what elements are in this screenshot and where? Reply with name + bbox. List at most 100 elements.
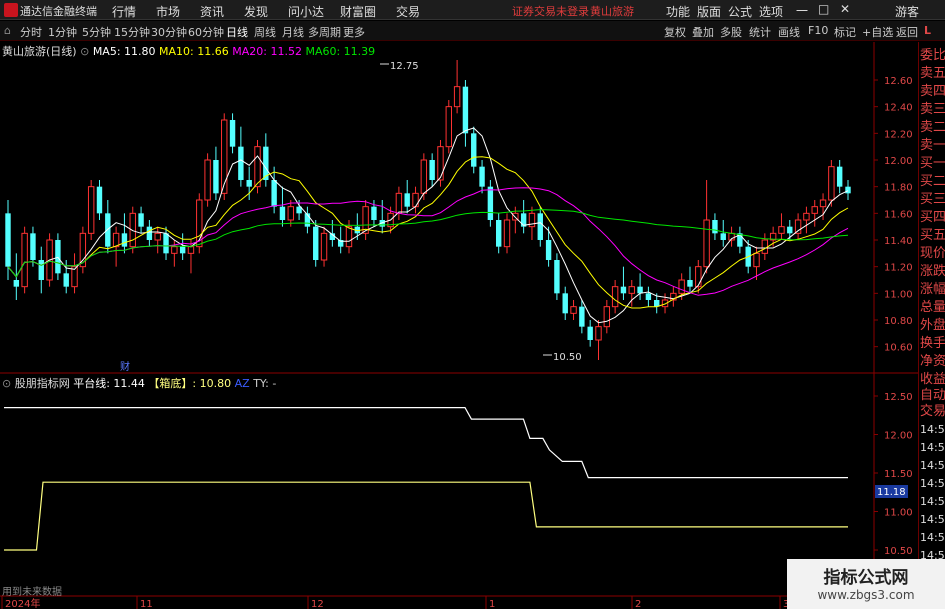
period-daily[interactable]: 日线: [226, 24, 248, 40]
right-tab-item[interactable]: 卖一: [920, 138, 945, 153]
cai-marker[interactable]: 财: [120, 360, 130, 373]
period-5min[interactable]: 5分钟: [82, 24, 111, 40]
right-tab-item[interactable]: 涨跌: [920, 264, 945, 279]
tool-add-watchlist[interactable]: +自选: [862, 24, 893, 40]
candle-body-up: [287, 206, 294, 221]
candle-body-up: [204, 159, 211, 201]
right-tab-item[interactable]: 总量: [920, 300, 945, 315]
period-multi[interactable]: 多周期: [308, 24, 341, 40]
right-tab-item[interactable]: 买二: [920, 174, 945, 189]
period-more[interactable]: 更多: [343, 24, 365, 40]
l-indicator-icon[interactable]: L: [924, 24, 931, 37]
right-tab-item[interactable]: 14:56: [920, 422, 945, 437]
menu-xuanxiang[interactable]: 选项: [759, 3, 783, 20]
candle-body-up: [154, 232, 161, 241]
period-1min[interactable]: 1分钟: [48, 24, 77, 40]
candle-body-down: [836, 166, 843, 187]
period-60min[interactable]: 60分钟: [188, 24, 224, 40]
menu-item-hangqing[interactable]: 行情: [112, 3, 136, 20]
user-label[interactable]: 游客: [895, 3, 919, 20]
ma60-label: MA60: 11.39: [305, 45, 376, 58]
period-weekly[interactable]: 周线: [254, 24, 276, 40]
maximize-button[interactable]: □: [818, 2, 829, 16]
candle-body-down: [146, 226, 153, 240]
right-tab-item[interactable]: 买三: [920, 192, 945, 207]
trade-login-warning[interactable]: 证券交易未登录: [512, 3, 589, 19]
right-tab-item[interactable]: 净资: [920, 354, 945, 369]
right-tab-item[interactable]: 14:56: [920, 512, 945, 527]
right-tab-item[interactable]: 现价: [920, 246, 945, 261]
menu-item-shichang[interactable]: 市场: [156, 3, 180, 20]
tool-tongji[interactable]: 统计: [749, 24, 771, 40]
menu-item-zixun[interactable]: 资讯: [200, 3, 224, 20]
menu-gongneng[interactable]: 功能: [666, 3, 690, 20]
right-tab-item[interactable]: 委比: [920, 48, 945, 63]
tool-duogu[interactable]: 多股: [720, 24, 742, 40]
right-tab-item[interactable]: 换手: [920, 336, 945, 351]
ma20-label: MA20: 11.52: [232, 45, 302, 58]
right-tab-item[interactable]: 卖四: [920, 84, 945, 99]
right-tab-item[interactable]: 买一: [920, 156, 945, 171]
tool-f10[interactable]: F10: [808, 24, 828, 37]
right-tab-item[interactable]: 卖五: [920, 66, 945, 81]
right-tab-item[interactable]: 交易: [920, 404, 945, 419]
tool-biaoji[interactable]: 标记: [834, 24, 856, 40]
menu-banmian[interactable]: 版面: [697, 3, 721, 20]
platform-line-label: 平台线: 11.44: [73, 377, 145, 390]
period-monthly[interactable]: 月线: [282, 24, 304, 40]
candle-body-down: [163, 233, 169, 254]
right-tab-item[interactable]: 收益: [920, 372, 945, 387]
right-tab-item[interactable]: 14:56: [920, 530, 945, 545]
tool-diejia[interactable]: 叠加: [692, 24, 714, 40]
tool-back[interactable]: 返回: [896, 24, 918, 40]
collapse-icon[interactable]: ⌂: [4, 24, 11, 37]
minimize-button[interactable]: 一: [796, 2, 808, 19]
low-price-annotation: 10.50: [553, 352, 582, 363]
candle-body-up: [320, 232, 328, 261]
right-tab-item[interactable]: 14:56: [920, 458, 945, 473]
candle-body-up: [21, 232, 28, 288]
menu-item-jiaoyi[interactable]: 交易: [396, 3, 420, 20]
period-30min[interactable]: 30分钟: [151, 24, 187, 40]
tool-huaxian[interactable]: 画线: [778, 24, 800, 40]
price-tick-label: 11.40: [884, 236, 913, 247]
right-tab-item[interactable]: 卖三: [920, 102, 945, 117]
right-tab-item[interactable]: 买四: [920, 210, 945, 225]
right-tab-item[interactable]: 涨幅: [920, 282, 945, 297]
close-button[interactable]: ✕: [840, 2, 850, 16]
price-tick-label: 12.60: [884, 76, 913, 87]
right-tab-item[interactable]: 卖二: [920, 120, 945, 135]
menu-gongshi[interactable]: 公式: [728, 3, 752, 20]
sub-tick-label: 10.50: [884, 546, 913, 557]
right-tab-item[interactable]: 14:56: [920, 440, 945, 455]
menu-item-wenxiaoda[interactable]: 问小达: [288, 3, 324, 20]
right-tab-item[interactable]: 外盘: [920, 318, 945, 333]
candle-body-down: [620, 286, 627, 294]
sub-tick-label: 11.00: [884, 508, 913, 519]
app-logo-icon: [4, 3, 18, 17]
candle-body-up: [761, 239, 769, 254]
candle-body-up: [171, 246, 178, 254]
legend-toggle-icon[interactable]: ⊙: [80, 45, 89, 58]
candle-body-up: [695, 266, 702, 288]
menu-item-faxian[interactable]: 发现: [244, 3, 268, 20]
right-tab-item[interactable]: 买五: [920, 228, 945, 243]
price-tick-label: 11.00: [884, 289, 913, 300]
kline-chart-area[interactable]: 10.60 10.80 11.00 11.20 11.40 11.60 11.80 12.00…: [0, 42, 918, 609]
period-15min[interactable]: 15分钟: [114, 24, 150, 40]
menu-item-caifuquan[interactable]: 财富圈: [340, 3, 376, 20]
candle-body-up: [503, 219, 511, 248]
right-tab-item[interactable]: 自动: [920, 388, 945, 403]
period-fenshi[interactable]: 分时: [20, 24, 42, 40]
ty-label: TY: -: [253, 377, 277, 390]
right-tab-item[interactable]: 14:56: [920, 494, 945, 509]
candle-body-down: [587, 326, 593, 340]
sub-toggle-icon[interactable]: ⊙: [2, 377, 11, 390]
candle-body-down: [495, 220, 502, 247]
stock-name-link[interactable]: 黄山旅游: [590, 3, 634, 19]
candle-body-up: [678, 279, 685, 294]
right-tab-item[interactable]: 14:56: [920, 476, 945, 491]
tool-fuquan[interactable]: 复权: [664, 24, 686, 40]
candle-body-down: [5, 213, 11, 267]
ma10-label: MA10: 11.66: [159, 45, 229, 58]
